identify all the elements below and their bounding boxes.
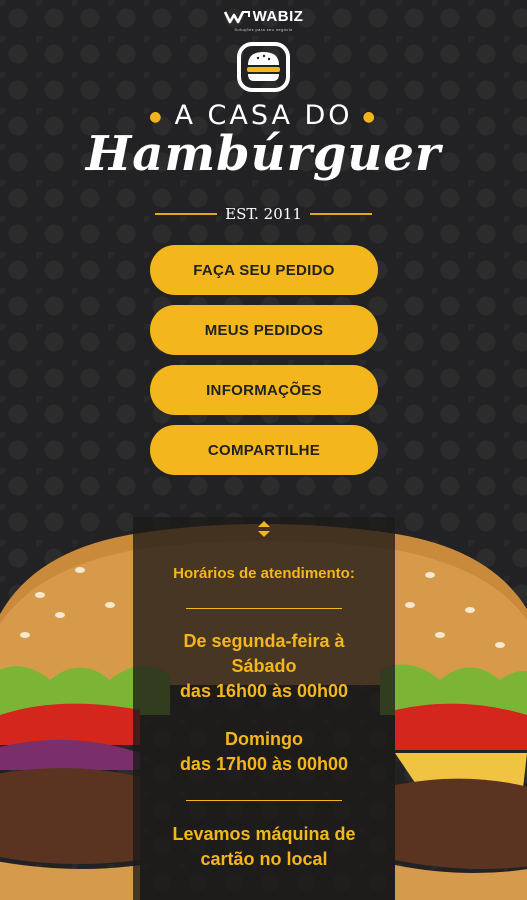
card-note-line1: Levamos máquina de: [172, 824, 356, 844]
expand-toggle-icon[interactable]: [256, 520, 272, 538]
hours-panel: Horários de atendimento: De segunda-feir…: [133, 517, 395, 900]
title-dot-left: ●: [149, 108, 165, 125]
wabiz-logo: WABIZ: [223, 8, 304, 25]
est-row: EST. 2011: [155, 203, 372, 225]
brand-header: WABIZ Soluções para seu negócio: [0, 8, 527, 32]
information-button[interactable]: INFORMAÇÕES: [150, 365, 378, 415]
hours-divider-1: [186, 608, 342, 609]
wabiz-mark-icon: [223, 10, 250, 23]
wabiz-tagline: Soluções para seu negócio: [234, 26, 293, 32]
sunday-label: Domingo: [225, 729, 303, 749]
page-title: Hambúrguer: [85, 126, 442, 182]
weekday-time: das 16h00 às 00h00: [179, 681, 349, 701]
burger-logo-icon: [237, 42, 290, 92]
hours-divider-2: [186, 800, 342, 801]
share-button[interactable]: COMPARTILHE: [150, 425, 378, 475]
card-note-line2: cartão no local: [200, 849, 328, 869]
wabiz-name: WABIZ: [252, 8, 304, 25]
my-orders-button[interactable]: MEUS PEDIDOS: [150, 305, 378, 355]
hours-heading: Horários de atendimento:: [173, 565, 355, 582]
order-button[interactable]: FAÇA SEU PEDIDO: [150, 245, 378, 295]
weekday-days-line1: De segunda-feira à: [183, 631, 345, 651]
sunday-time: das 17h00 às 00h00: [179, 754, 349, 774]
title-dot-right: ●: [362, 108, 378, 125]
weekday-days-line2: Sábado: [231, 656, 297, 676]
est-divider-right: [309, 213, 372, 215]
est-divider-left: [155, 213, 218, 215]
est-label: EST. 2011: [225, 205, 302, 223]
